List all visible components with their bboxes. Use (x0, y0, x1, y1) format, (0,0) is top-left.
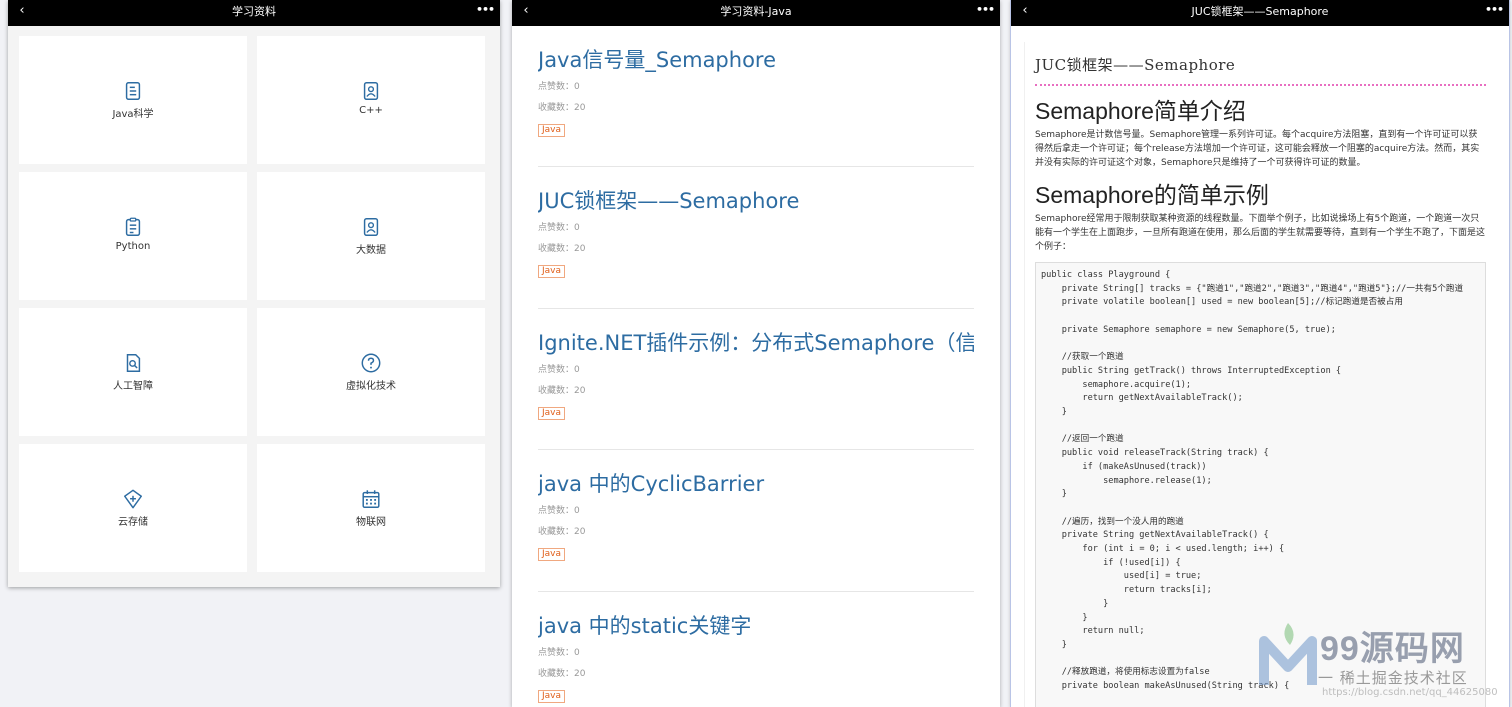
section-heading: Semaphore的简单示例 (1035, 182, 1269, 208)
article-body: JUC锁框架——Semaphore Semaphore简单介绍 Semaphor… (1024, 42, 1496, 707)
more-menu-icon[interactable]: ••• (476, 0, 495, 24)
article-title-link[interactable]: Java信号量_Semaphore (538, 46, 974, 74)
favorite-count: 收藏数：20 (538, 668, 586, 679)
category-ai[interactable]: 人工智障 (19, 308, 247, 436)
list-item[interactable]: java 中的static关键字 点赞数：0 收藏数：20 Java (538, 592, 974, 707)
list-item[interactable]: Ignite.NET插件示例：分布式Semaphore（信 点赞数：0 收藏数：… (538, 309, 974, 451)
title-bar: ‹ 学习资料 ••• (8, 0, 500, 26)
more-menu-icon[interactable]: ••• (1485, 0, 1504, 24)
profile-doc-icon (363, 82, 379, 100)
diamond-plus-icon (124, 489, 142, 509)
category-tag[interactable]: Java (538, 124, 566, 137)
article-title: JUC锁框架——Semaphore (1035, 42, 1486, 86)
question-circle-icon (361, 353, 381, 373)
like-count: 点赞数：0 (538, 364, 580, 375)
category-tag[interactable]: Java (538, 689, 566, 703)
article-detail-panel: ‹ JUC锁框架——Semaphore ••• JUC锁框架——Semaphor… (1011, 0, 1509, 707)
list-item[interactable]: JUC锁框架——Semaphore 点赞数：0 收藏数：20 Java (538, 167, 974, 309)
paragraph: Semaphore经常用于限制获取某种资源的线程数量。下面举个例子，比如说操场上… (1035, 214, 1486, 252)
list-item[interactable]: Java信号量_Semaphore 点赞数：0 收藏数：20 Java (538, 26, 974, 168)
category-label: C++ (359, 105, 383, 116)
like-count: 点赞数：0 (538, 647, 580, 658)
favorite-count: 收藏数：20 (538, 244, 586, 255)
document-icon (125, 217, 141, 236)
document-icon (125, 82, 141, 100)
more-menu-icon[interactable]: ••• (976, 0, 995, 24)
category-tag[interactable]: Java (538, 548, 566, 562)
article-title-link[interactable]: java 中的CyclicBarrier (538, 470, 974, 498)
page-title: 学习资料 (232, 5, 276, 18)
article-title-link[interactable]: JUC锁框架——Semaphore (538, 187, 974, 215)
page-title: 学习资料-Java (720, 5, 792, 18)
category-java[interactable]: Java科学 (19, 36, 247, 164)
category-cloud-storage[interactable]: 云存储 (19, 444, 247, 572)
category-iot[interactable]: 物联网 (257, 444, 485, 572)
favorite-count: 收藏数：20 (538, 103, 586, 113)
back-chevron-icon[interactable]: ‹ (14, 0, 30, 24)
title-bar: ‹ JUC锁框架——Semaphore ••• (1011, 0, 1509, 26)
paragraph: Semaphore是计数信号量。Semaphore管理一系列许可证。每个acqu… (1035, 130, 1480, 168)
calendar-icon (362, 490, 380, 508)
category-panel: ‹ 学习资料 ••• Java科学 C++ Python 大数据 人工智障 虚拟… (8, 0, 500, 587)
category-label: 云存储 (118, 517, 148, 528)
category-label: 人工智障 (113, 381, 153, 392)
favorite-count: 收藏数：20 (538, 385, 586, 396)
category-label: Python (115, 241, 151, 252)
category-python[interactable]: Python (19, 172, 247, 300)
article-title-link[interactable]: Ignite.NET插件示例：分布式Semaphore（信 (538, 329, 974, 357)
article-title-link[interactable]: java 中的static关键字 (538, 612, 974, 640)
category-cpp[interactable]: C++ (257, 36, 485, 164)
search-doc-icon (126, 354, 141, 372)
category-label: 物联网 (356, 517, 386, 528)
profile-doc-icon (363, 218, 379, 236)
category-label: 大数据 (356, 245, 386, 256)
article-list-panel: ‹ 学习资料-Java ••• Java信号量_Semaphore 点赞数：0 … (512, 0, 1000, 707)
category-label: Java科学 (112, 109, 154, 120)
like-count: 点赞数：0 (538, 82, 580, 92)
category-tag[interactable]: Java (538, 265, 566, 279)
category-virtualization[interactable]: 虚拟化技术 (257, 308, 485, 436)
back-chevron-icon[interactable]: ‹ (518, 0, 534, 24)
like-count: 点赞数：0 (538, 223, 580, 234)
code-block[interactable]: public class Playground { private String… (1035, 262, 1486, 707)
like-count: 点赞数：0 (538, 506, 580, 517)
section-heading: Semaphore简单介绍 (1035, 98, 1246, 124)
category-label: 虚拟化技术 (346, 381, 396, 392)
category-bigdata[interactable]: 大数据 (257, 172, 485, 300)
article-list: Java信号量_Semaphore 点赞数：0 收藏数：20 Java JUC锁… (538, 26, 974, 707)
list-item[interactable]: java 中的CyclicBarrier 点赞数：0 收藏数：20 Java (538, 450, 974, 592)
favorite-count: 收藏数：20 (538, 527, 586, 538)
category-tag[interactable]: Java (538, 406, 566, 420)
page-title: JUC锁框架——Semaphore (1191, 5, 1329, 18)
back-chevron-icon[interactable]: ‹ (1017, 0, 1033, 24)
title-bar: ‹ 学习资料-Java ••• (512, 0, 1000, 26)
